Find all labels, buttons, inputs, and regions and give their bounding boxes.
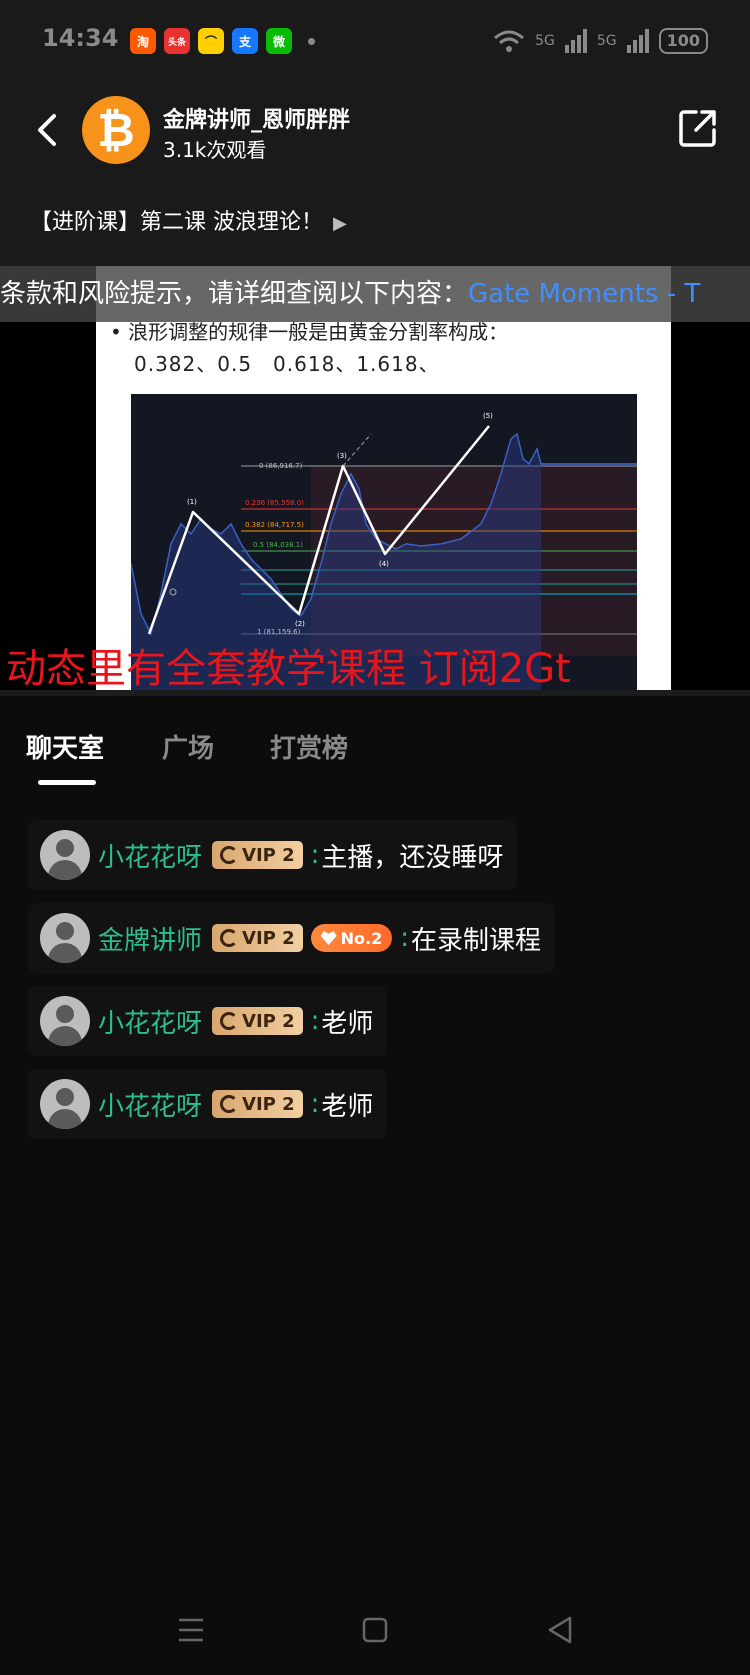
active-tab-indicator <box>38 780 96 785</box>
vip-label: VIP 2 <box>242 844 295 866</box>
channel-avatar[interactable]: ₿ <box>82 96 150 164</box>
home-icon[interactable] <box>355 1610 395 1650</box>
app-icon: ⌒ <box>198 28 224 54</box>
chat-username[interactable]: 小花花呀 <box>98 837 202 874</box>
status-bar: 14:34 淘 头条 ⌒ 支 微 5G 5G 100 <box>0 0 750 86</box>
colon-separator: : <box>400 923 409 953</box>
menu-icon[interactable] <box>171 1610 211 1650</box>
signal-icon <box>626 29 649 53</box>
back-icon[interactable] <box>540 1610 580 1650</box>
avatar[interactable] <box>40 913 90 963</box>
vip-icon <box>220 929 239 947</box>
chat-message[interactable]: 金牌讲师 VIP 2 No.2 : 在录制课程 <box>28 903 556 973</box>
chat-username[interactable]: 金牌讲师 <box>98 920 202 957</box>
toutiao-icon: 头条 <box>164 28 190 54</box>
avatar[interactable] <box>40 996 90 1046</box>
rank-badge: No.2 <box>310 924 393 952</box>
battery-indicator: 100 <box>658 28 708 54</box>
wave-label-4: (4) <box>379 560 389 568</box>
slide-ratios: 0.382、0.5 0.618、1.618、 <box>134 352 440 376</box>
course-title-text: 【进阶课】第二课 波浪理论！ <box>30 210 323 235</box>
wifi-icon <box>494 30 525 52</box>
risk-ticker[interactable]: 条款和风险提示，请详细查阅以下内容：Gate Moments - T <box>0 266 750 322</box>
play-triangle-icon: ▶ <box>333 213 347 234</box>
vip-label: VIP 2 <box>242 927 295 949</box>
view-count: 3.1k次观看 <box>163 138 267 162</box>
chat-message[interactable]: 小花花呀 VIP 2 : 老师 <box>28 1069 388 1139</box>
chat-text: 主播，还没睡呀 <box>321 842 504 873</box>
vip-badge: VIP 2 <box>212 1090 303 1118</box>
system-icons: 5G 5G 100 <box>493 28 708 54</box>
vip-badge: VIP 2 <box>212 924 303 952</box>
video-player[interactable]: • 浪形调整的规律一般是由黄金分割率构成： 0.382、0.5 0.618、1.… <box>0 266 750 690</box>
notification-icons: 淘 头条 ⌒ 支 微 <box>130 28 315 54</box>
ticker-link[interactable]: Gate Moments - T <box>468 279 700 309</box>
channel-name[interactable]: 金牌讲师_恩师胖胖 <box>163 102 350 134</box>
vip-label: VIP 2 <box>242 1010 295 1032</box>
vip-badge: VIP 2 <box>212 841 303 869</box>
colon-separator: : <box>310 1089 320 1119</box>
fib-label-1: 1 (81,159.6) <box>257 628 301 636</box>
fib-label-5: 0.5 (84,038.1) <box>253 541 303 549</box>
vip-label: VIP 2 <box>242 1093 295 1115</box>
chat-message[interactable]: 小花花呀 VIP 2 : 主播，还没睡呀 <box>28 820 518 890</box>
tab-tip-ranking[interactable]: 打赏榜 <box>270 728 348 765</box>
chat-username[interactable]: 小花花呀 <box>98 1003 202 1040</box>
wave-label-1: (1) <box>187 498 197 506</box>
vip-icon <box>220 1012 239 1030</box>
ticker-text: 条款和风险提示，请详细查阅以下内容： <box>0 279 469 309</box>
chat-text: 老师 <box>321 1008 374 1039</box>
chat-message[interactable]: 小花花呀 VIP 2 : 老师 <box>28 986 388 1056</box>
tab-bar: 聊天室 广场 打赏榜 <box>0 696 750 786</box>
status-time: 14:34 <box>42 24 119 52</box>
alipay-icon: 支 <box>232 28 258 54</box>
fib-label-382: 0.382 (84,717.5) <box>245 521 304 529</box>
fib-label-0: 0 (86,916.7) <box>259 462 303 470</box>
more-dot-icon <box>308 37 315 45</box>
system-nav-bar <box>0 1590 750 1675</box>
avatar[interactable] <box>40 830 90 880</box>
colon-separator: : <box>310 1006 320 1036</box>
signal-label-1: 5G <box>535 33 555 49</box>
wave-label-5: (5) <box>483 412 493 420</box>
vip-icon <box>220 846 239 864</box>
rank-label: No.2 <box>340 928 383 948</box>
signal-label-2: 5G <box>596 33 617 49</box>
chat-text: 老师 <box>321 1091 374 1122</box>
colon-separator: : <box>310 840 320 870</box>
wave-label-2: (2) <box>295 620 305 628</box>
vip-icon <box>220 1095 239 1113</box>
video-header: ₿ 金牌讲师_恩师胖胖 3.1k次观看 【进阶课】第二课 波浪理论！ ▶ <box>0 86 750 266</box>
taobao-icon: 淘 <box>130 28 156 54</box>
share-icon[interactable] <box>678 108 718 148</box>
course-title[interactable]: 【进阶课】第二课 波浪理论！ ▶ <box>30 204 347 236</box>
tab-chatroom[interactable]: 聊天室 <box>26 728 104 765</box>
wave-label-3: (3) <box>337 452 347 460</box>
back-arrow-icon[interactable] <box>30 110 66 150</box>
fib-label-236: 0.236 (85,558.0) <box>245 499 304 507</box>
tab-square[interactable]: 广场 <box>162 728 214 765</box>
chat-username[interactable]: 小花花呀 <box>98 1086 202 1123</box>
heart-icon <box>320 931 337 945</box>
subscribe-overlay: 动态里有全套教学课程 订阅2Gt <box>6 646 571 690</box>
chat-text: 在录制课程 <box>411 925 542 956</box>
vip-badge: VIP 2 <box>212 1007 303 1035</box>
avatar[interactable] <box>40 1079 90 1129</box>
wechat-icon: 微 <box>266 28 292 54</box>
signal-icon <box>564 29 587 53</box>
